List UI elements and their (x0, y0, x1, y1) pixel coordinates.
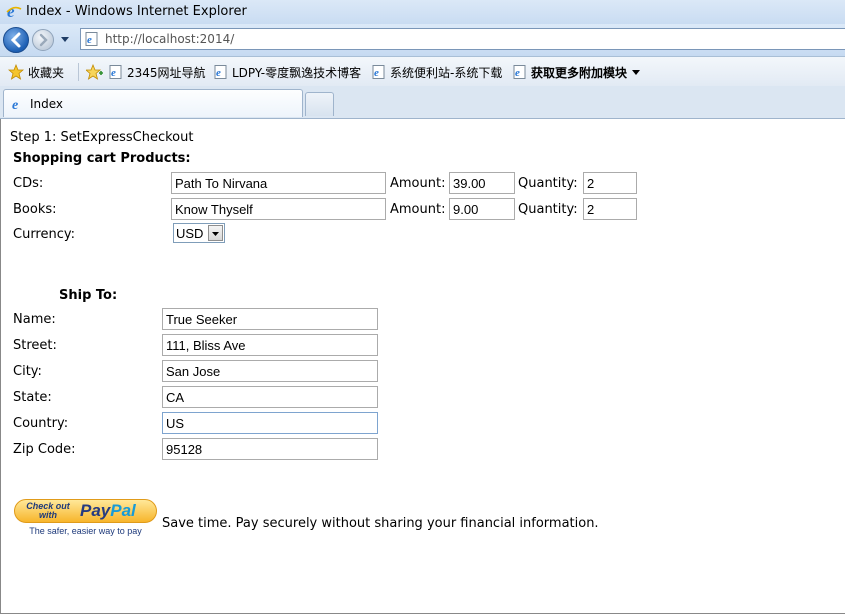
favorite-link-label: 2345网址导航 (127, 65, 206, 80)
favorite-link-2345[interactable]: e 2345网址导航 (109, 64, 206, 80)
book-name-input[interactable] (171, 198, 386, 220)
window-title: Index - Windows Internet Explorer (26, 4, 247, 19)
favorite-link-label: LDPY-零度飘逸技术博客 (232, 65, 362, 80)
favorite-link-system[interactable]: e 系统便利站-系统下载 (372, 64, 502, 80)
paypal-checkout-button[interactable]: Check out with PayPal The safer, easier … (14, 499, 159, 539)
currency-label: Currency: (13, 227, 76, 242)
favorite-link-ldpy[interactable]: e LDPY-零度飘逸技术博客 (214, 64, 361, 80)
tab-label: Index (30, 97, 64, 111)
back-arrow-icon (10, 32, 21, 48)
url-input[interactable] (105, 30, 405, 48)
svg-text:e: e (216, 67, 221, 79)
book-quantity-label: Quantity: (518, 202, 578, 217)
navigation-bar: e (0, 24, 845, 57)
page-content: Step 1: SetExpressCheckout Shopping cart… (0, 119, 845, 614)
zip-code-label: Zip Code: (13, 442, 76, 457)
tab-row: e Index (0, 86, 845, 119)
svg-text:e: e (515, 67, 520, 79)
paypal-tagline: The safer, easier way to pay (29, 526, 142, 536)
currency-selected-value: USD (176, 226, 204, 241)
cd-quantity-input[interactable] (583, 172, 637, 194)
ship-street-input[interactable] (162, 334, 378, 356)
country-label: Country: (13, 416, 69, 431)
forward-arrow-icon (39, 33, 48, 47)
books-label: Books: (13, 202, 57, 217)
favorites-star-icon (8, 64, 24, 80)
new-tab-button[interactable] (305, 92, 334, 116)
add-to-favorites-bar-button[interactable] (86, 64, 108, 80)
name-label: Name: (13, 312, 56, 327)
ie-page-icon: e (214, 65, 227, 79)
ie-logo-icon: e (6, 3, 22, 19)
favorites-bar: 收藏夹 e 2345网址导航 e LDPY-零度飘逸技术博客 e 系统便利站-系… (0, 57, 845, 87)
favorites-button[interactable]: 收藏夹 (8, 64, 64, 80)
ship-state-input[interactable] (162, 386, 378, 408)
svg-text:e: e (12, 98, 18, 111)
svg-text:e: e (374, 67, 379, 79)
favorites-label: 收藏夹 (28, 65, 65, 80)
back-button[interactable] (3, 27, 29, 53)
ie-page-icon: e (372, 65, 385, 79)
paypal-checkout-text: Check out with (26, 501, 70, 520)
ship-to-heading: Ship To: (59, 288, 118, 303)
svg-text:e: e (111, 67, 116, 79)
street-label: Street: (13, 338, 57, 353)
ship-city-input[interactable] (162, 360, 378, 382)
state-label: State: (13, 390, 52, 405)
cd-name-input[interactable] (171, 172, 386, 194)
ship-zip-input[interactable] (162, 438, 378, 460)
favorite-link-label: 系统便利站-系统下载 (390, 65, 503, 80)
city-label: City: (13, 364, 42, 379)
window-title-bar: e Index - Windows Internet Explorer (0, 0, 845, 24)
currency-select[interactable]: USD (173, 223, 225, 243)
cd-quantity-label: Quantity: (518, 176, 578, 191)
paypal-logo-pay: Pay (80, 501, 111, 520)
paypal-logo: PayPal (80, 501, 136, 521)
page-icon: e (85, 32, 98, 46)
divider (78, 63, 79, 81)
cart-heading: Shopping cart Products: (13, 151, 191, 166)
book-amount-label: Amount: (390, 202, 446, 217)
ie-page-icon: e (513, 65, 526, 79)
paypal-message: Save time. Pay securely without sharing … (162, 516, 599, 531)
get-more-addons-button[interactable]: e 获取更多附加模块 (513, 64, 645, 80)
tab-index[interactable]: e Index (3, 89, 303, 117)
cds-label: CDs: (13, 176, 44, 191)
recent-pages-dropdown-icon[interactable] (60, 33, 70, 45)
address-bar[interactable]: e (80, 28, 845, 50)
chevron-down-icon (632, 70, 641, 75)
ie-page-icon: e (12, 98, 18, 111)
add-favorite-icon (86, 64, 103, 80)
ship-country-input[interactable] (162, 412, 378, 434)
paypal-logo-pal: Pal (110, 501, 136, 520)
dropdown-arrow-icon[interactable] (208, 225, 223, 241)
step-title: Step 1: SetExpressCheckout (10, 130, 194, 145)
addons-label: 获取更多附加模块 (531, 65, 628, 80)
book-quantity-input[interactable] (583, 198, 637, 220)
cd-amount-input[interactable] (449, 172, 515, 194)
svg-text:e: e (87, 34, 92, 46)
forward-button[interactable] (32, 29, 54, 51)
ie-page-icon: e (109, 65, 122, 79)
cd-amount-label: Amount: (390, 176, 446, 191)
book-amount-input[interactable] (449, 198, 515, 220)
ship-name-input[interactable] (162, 308, 378, 330)
